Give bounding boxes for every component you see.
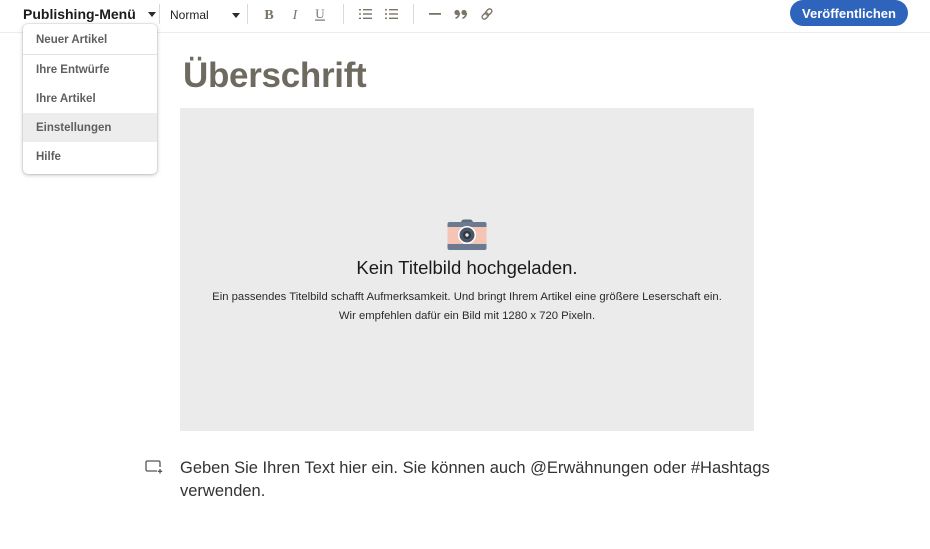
cover-image-upload[interactable]: Kein Titelbild hochgeladen. Ein passende…: [180, 108, 754, 431]
link-icon: [481, 8, 493, 20]
add-media-button[interactable]: [145, 460, 163, 479]
horizontal-rule-icon: [429, 13, 441, 15]
bold-icon: B: [264, 8, 273, 21]
media-icon: [145, 460, 163, 474]
quote-button[interactable]: [451, 4, 471, 24]
italic-button[interactable]: I: [285, 4, 305, 24]
numbered-list-icon: [359, 9, 372, 19]
publishing-menu-label: Publishing-Menü: [23, 6, 136, 22]
text-style-value: Normal: [170, 8, 209, 22]
bold-button[interactable]: B: [259, 4, 279, 24]
underline-icon: U: [315, 7, 325, 21]
divider-button[interactable]: [425, 4, 445, 24]
link-button[interactable]: [477, 4, 497, 24]
bulleted-list-button[interactable]: [382, 4, 402, 24]
camera-icon: [447, 219, 487, 250]
cover-description-line: Ein passendes Titelbild schafft Aufmerks…: [212, 291, 722, 303]
publish-button[interactable]: Veröffentlichen: [790, 0, 908, 26]
menu-item-help[interactable]: Hilfe: [23, 142, 157, 171]
svg-text:U: U: [315, 7, 325, 21]
numbered-list-button[interactable]: [356, 4, 376, 24]
menu-item-new-article[interactable]: Neuer Artikel: [23, 26, 157, 55]
toolbar-divider: [413, 4, 414, 24]
text-style-select[interactable]: Normal: [170, 5, 240, 25]
article-body-input[interactable]: Geben Sie Ihren Text hier ein. Sie könne…: [180, 457, 780, 503]
bulleted-list-icon: [385, 8, 398, 20]
publishing-menu-button[interactable]: Publishing-Menü: [23, 4, 156, 24]
toolbar-divider: [343, 4, 344, 24]
italic-icon: I: [292, 8, 299, 21]
cover-description: Ein passendes Titelbild schafft Aufmerks…: [180, 288, 754, 326]
menu-item-articles[interactable]: Ihre Artikel: [23, 84, 157, 113]
underline-button[interactable]: U: [310, 4, 330, 24]
headline-input[interactable]: Überschrift: [183, 56, 367, 96]
menu-item-settings[interactable]: Einstellungen: [23, 113, 157, 142]
quote-icon: [454, 9, 468, 19]
toolbar-divider: [247, 4, 248, 24]
chevron-down-icon: [231, 12, 240, 18]
toolbar-divider: [159, 4, 160, 24]
cover-title: Kein Titelbild hochgeladen.: [356, 257, 578, 278]
svg-text:B: B: [264, 8, 273, 21]
svg-text:I: I: [292, 8, 299, 21]
menu-item-drafts[interactable]: Ihre Entwürfe: [23, 55, 157, 84]
publishing-menu-dropdown: Neuer Artikel Ihre Entwürfe Ihre Artikel…: [23, 24, 157, 174]
chevron-down-icon: [147, 11, 156, 17]
cover-description-line: Wir empfehlen dafür ein Bild mit 1280 x …: [338, 310, 596, 322]
